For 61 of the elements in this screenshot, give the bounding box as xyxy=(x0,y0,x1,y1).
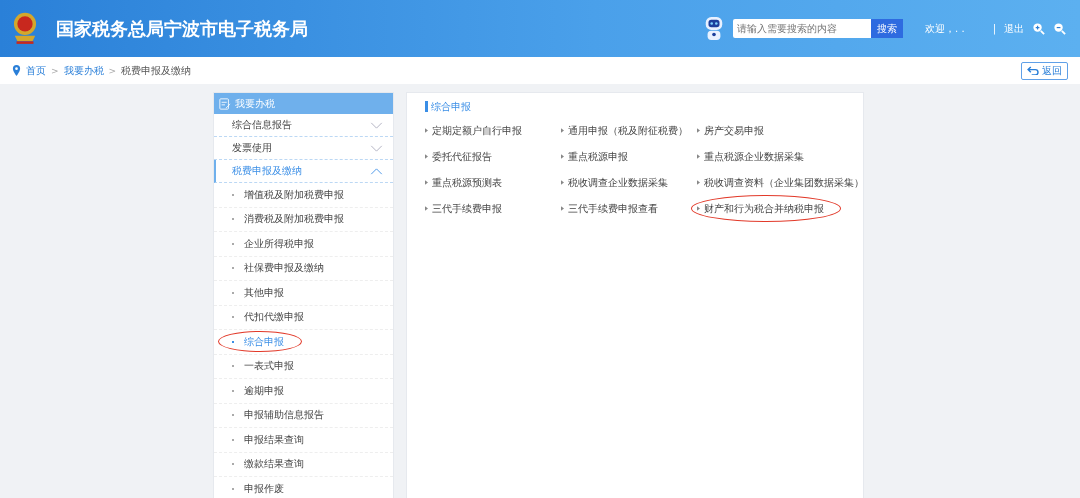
separator-text: | xyxy=(992,23,996,34)
caret-right-icon xyxy=(561,154,564,159)
sidebar-item[interactable]: 缴款结果查询 xyxy=(214,452,393,477)
sidebar-item[interactable]: 逾期申报 xyxy=(214,379,393,404)
breadcrumb-link[interactable]: 首页 xyxy=(26,63,46,78)
sidebar-section[interactable]: 发票使用 xyxy=(214,137,393,160)
chevron-up-icon xyxy=(370,167,383,175)
service-link[interactable]: 委托代征报告 xyxy=(432,150,492,163)
search-field[interactable]: 请输入需要搜索的内容 搜索 xyxy=(733,19,904,38)
caret-right-icon xyxy=(425,154,428,159)
service-link[interactable]: 重点税源预测表 xyxy=(432,176,502,189)
caret-right-icon xyxy=(697,128,700,133)
service-link[interactable]: 税收调查企业数据采集 xyxy=(568,176,668,189)
sidebar-item[interactable]: 企业所得税申报 xyxy=(214,232,393,257)
sidebar-item[interactable]: 申报作废 xyxy=(214,477,393,498)
section-title: 综合申报 xyxy=(425,101,863,112)
sidebar-item[interactable]: 综合申报 xyxy=(214,330,393,355)
caret-right-icon xyxy=(697,154,700,159)
service-link[interactable]: 定期定额户自行申报 xyxy=(432,124,522,137)
caret-right-icon xyxy=(425,206,428,211)
sidebar-item[interactable]: 一表式申报 xyxy=(214,354,393,379)
caret-right-icon xyxy=(425,128,428,133)
chevron-down-icon xyxy=(370,144,383,152)
breadcrumb-separator: > xyxy=(108,65,117,76)
service-link[interactable]: 重点税源申报 xyxy=(568,150,628,163)
breadcrumb-link[interactable]: 我要办税 xyxy=(63,63,104,78)
breadcrumb-separator: > xyxy=(51,65,59,76)
welcome-text: 欢迎，. . xyxy=(925,21,965,36)
sidebar-item[interactable]: 增值税及附加税费申报 xyxy=(214,183,393,208)
site-title: 国家税务总局宁波市电子税务局 xyxy=(56,16,308,41)
caret-right-icon xyxy=(697,180,700,185)
service-link[interactable]: 税收调查资料（企业集团数据采集） xyxy=(704,176,864,189)
location-pin-icon xyxy=(12,65,21,76)
sidebar-section[interactable]: 综合信息报告 xyxy=(214,114,393,137)
sidebar-item[interactable]: 其他申报 xyxy=(214,281,393,306)
zoom-in-icon[interactable] xyxy=(1032,22,1045,35)
return-arrow-icon xyxy=(1027,66,1040,75)
breadcrumb-current: 税费申报及缴纳 xyxy=(121,63,192,78)
sidebar-item[interactable]: 社保费申报及缴纳 xyxy=(214,256,393,281)
edit-document-icon xyxy=(219,97,231,110)
service-link[interactable]: 房产交易申报 xyxy=(704,124,764,137)
service-link[interactable]: 三代手续费申报查看 xyxy=(568,202,658,215)
service-link[interactable]: 重点税源企业数据采集 xyxy=(704,150,804,163)
search-button[interactable]: 搜索 xyxy=(871,19,904,38)
sidebar-section[interactable]: 税费申报及缴纳 xyxy=(214,160,393,183)
caret-right-icon xyxy=(561,128,564,133)
service-link[interactable]: 财产和行为税合并纳税申报 xyxy=(704,202,824,215)
sidebar-item[interactable]: 消费税及附加税费申报 xyxy=(214,207,393,232)
back-button[interactable]: 返回 xyxy=(1021,61,1068,80)
sidebar-item[interactable]: 申报结果查询 xyxy=(214,428,393,453)
zoom-out-icon[interactable] xyxy=(1053,22,1066,35)
caret-right-icon xyxy=(425,180,428,185)
sidebar-title: 我要办税 xyxy=(235,96,275,111)
caret-right-icon xyxy=(697,206,700,211)
sidebar-item[interactable]: 代扣代缴申报 xyxy=(214,305,393,330)
service-link[interactable]: 通用申报（税及附征税费） xyxy=(568,124,688,137)
sidebar-item[interactable]: 申报辅助信息报告 xyxy=(214,403,393,428)
caret-right-icon xyxy=(561,206,564,211)
chevron-down-icon xyxy=(370,121,383,129)
service-link[interactable]: 三代手续费申报 xyxy=(432,202,502,215)
caret-right-icon xyxy=(561,180,564,185)
